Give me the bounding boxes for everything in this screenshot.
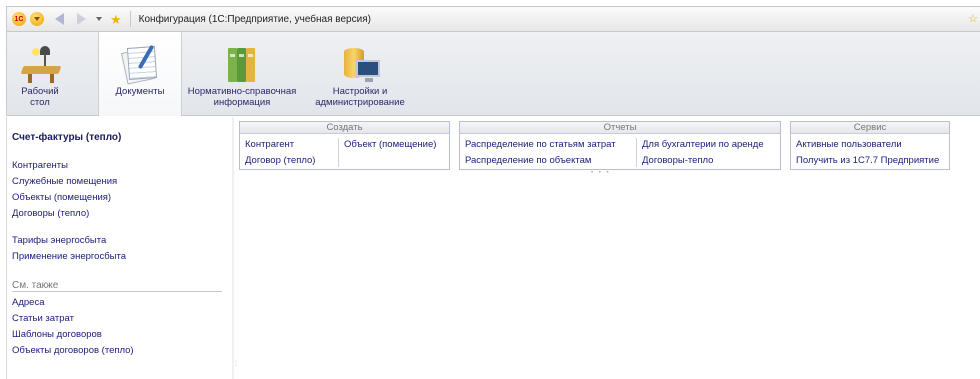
sections-panel: Рабочий стол Документы Нормативно-справоч… [6, 32, 980, 116]
books-icon [220, 42, 264, 84]
report-cost-distribution[interactable]: Распределение по статьям затрат [460, 138, 636, 154]
group-header: Отчеты [460, 122, 780, 134]
history-dropdown-icon[interactable] [96, 17, 102, 21]
report-object-distribution[interactable]: Распределение по объектам [460, 154, 636, 170]
documents-icon [118, 42, 162, 85]
favorites-star-icon[interactable]: ★ [110, 13, 122, 26]
see-also-heading: См. также [12, 280, 59, 291]
back-arrow-icon[interactable] [52, 12, 66, 26]
title-bar: 1С ★ Конфигурация (1С:Предприятие, учебн… [6, 6, 980, 32]
action-new-object[interactable]: Объект (помещение) [339, 138, 450, 154]
group-column: Для бухгалтерии по аренде Договоры-тепло [636, 138, 781, 167]
nav-item-contracts[interactable]: Договоры (тепло) [12, 208, 89, 219]
service-active-users[interactable]: Активные пользователи [791, 138, 949, 154]
nav-item-counterparties[interactable]: Контрагенты [12, 160, 68, 171]
splitter-grip-icon: ⋮ [233, 361, 239, 367]
1c-logo-icon[interactable]: 1С [12, 12, 26, 26]
report-heat-contracts[interactable]: Договоры-тепло [637, 154, 781, 170]
see-also-divider [12, 291, 222, 292]
group-header: Создать [240, 122, 449, 134]
nav-item-energy-tariffs[interactable]: Тарифы энергосбыта [12, 235, 106, 246]
nav-item-contract-objects[interactable]: Объекты договоров (тепло) [12, 345, 134, 356]
section-label: Нормативно-справочная информация [187, 86, 297, 108]
section-settings[interactable]: Настройки и администрирование [305, 32, 415, 116]
action-new-contract[interactable]: Договор (тепло) [240, 154, 338, 170]
group-create: Создать Контрагент Договор (тепло) Объек… [239, 121, 450, 170]
nav-item-addresses[interactable]: Адреса [12, 297, 44, 308]
title-separator [129, 11, 131, 27]
service-import-1c77[interactable]: Получить из 1С7.7 Предприятие [791, 154, 949, 170]
section-documents[interactable]: Документы [98, 32, 182, 116]
report-accounting-rent[interactable]: Для бухгалтерии по аренде [637, 138, 781, 154]
action-new-counterparty[interactable]: Контрагент [240, 138, 338, 154]
group-reports: Отчеты Распределение по статьям затрат Р… [459, 121, 781, 170]
navigation-title[interactable]: Счет-фактуры (тепло) [12, 132, 121, 143]
section-label: Настройки и администрирование [315, 86, 405, 108]
nav-item-service-premises[interactable]: Служебные помещения [12, 176, 117, 187]
group-column: Активные пользователи Получить из 1С7.7 … [791, 138, 949, 170]
section-desktop[interactable]: Рабочий стол [13, 32, 67, 116]
nav-item-energy-application[interactable]: Применение энергосбыта [12, 251, 126, 262]
group-column: Распределение по статьям затрат Распреде… [460, 138, 636, 170]
favorite-star-icon[interactable]: ☆ [968, 12, 978, 25]
settings-icon [338, 42, 382, 84]
group-column: Контрагент Договор (тепло) [240, 138, 338, 170]
section-label: Документы [115, 86, 165, 97]
section-label: Рабочий стол [21, 86, 59, 108]
resize-grip-icon: • • • [591, 170, 611, 176]
desk-icon [18, 42, 62, 84]
nav-item-cost-items[interactable]: Статьи затрат [12, 313, 74, 324]
forward-arrow-icon[interactable] [74, 12, 88, 26]
section-reference-info[interactable]: Нормативно-справочная информация [187, 32, 297, 116]
nav-item-contract-templates[interactable]: Шаблоны договоров [12, 329, 102, 340]
group-column: Объект (помещение) [338, 138, 450, 167]
navigation-panel: Счет-фактуры (тепло) Контрагенты Служебн… [6, 117, 233, 379]
group-service: Сервис Активные пользователи Получить из… [790, 121, 950, 170]
main-menu-icon[interactable] [30, 12, 44, 26]
window-title: Конфигурация (1С:Предприятие, учебная ве… [138, 13, 371, 25]
panel-splitter[interactable] [232, 117, 234, 379]
nav-item-objects[interactable]: Объекты (помещения) [12, 192, 111, 203]
group-header: Сервис [791, 122, 949, 134]
